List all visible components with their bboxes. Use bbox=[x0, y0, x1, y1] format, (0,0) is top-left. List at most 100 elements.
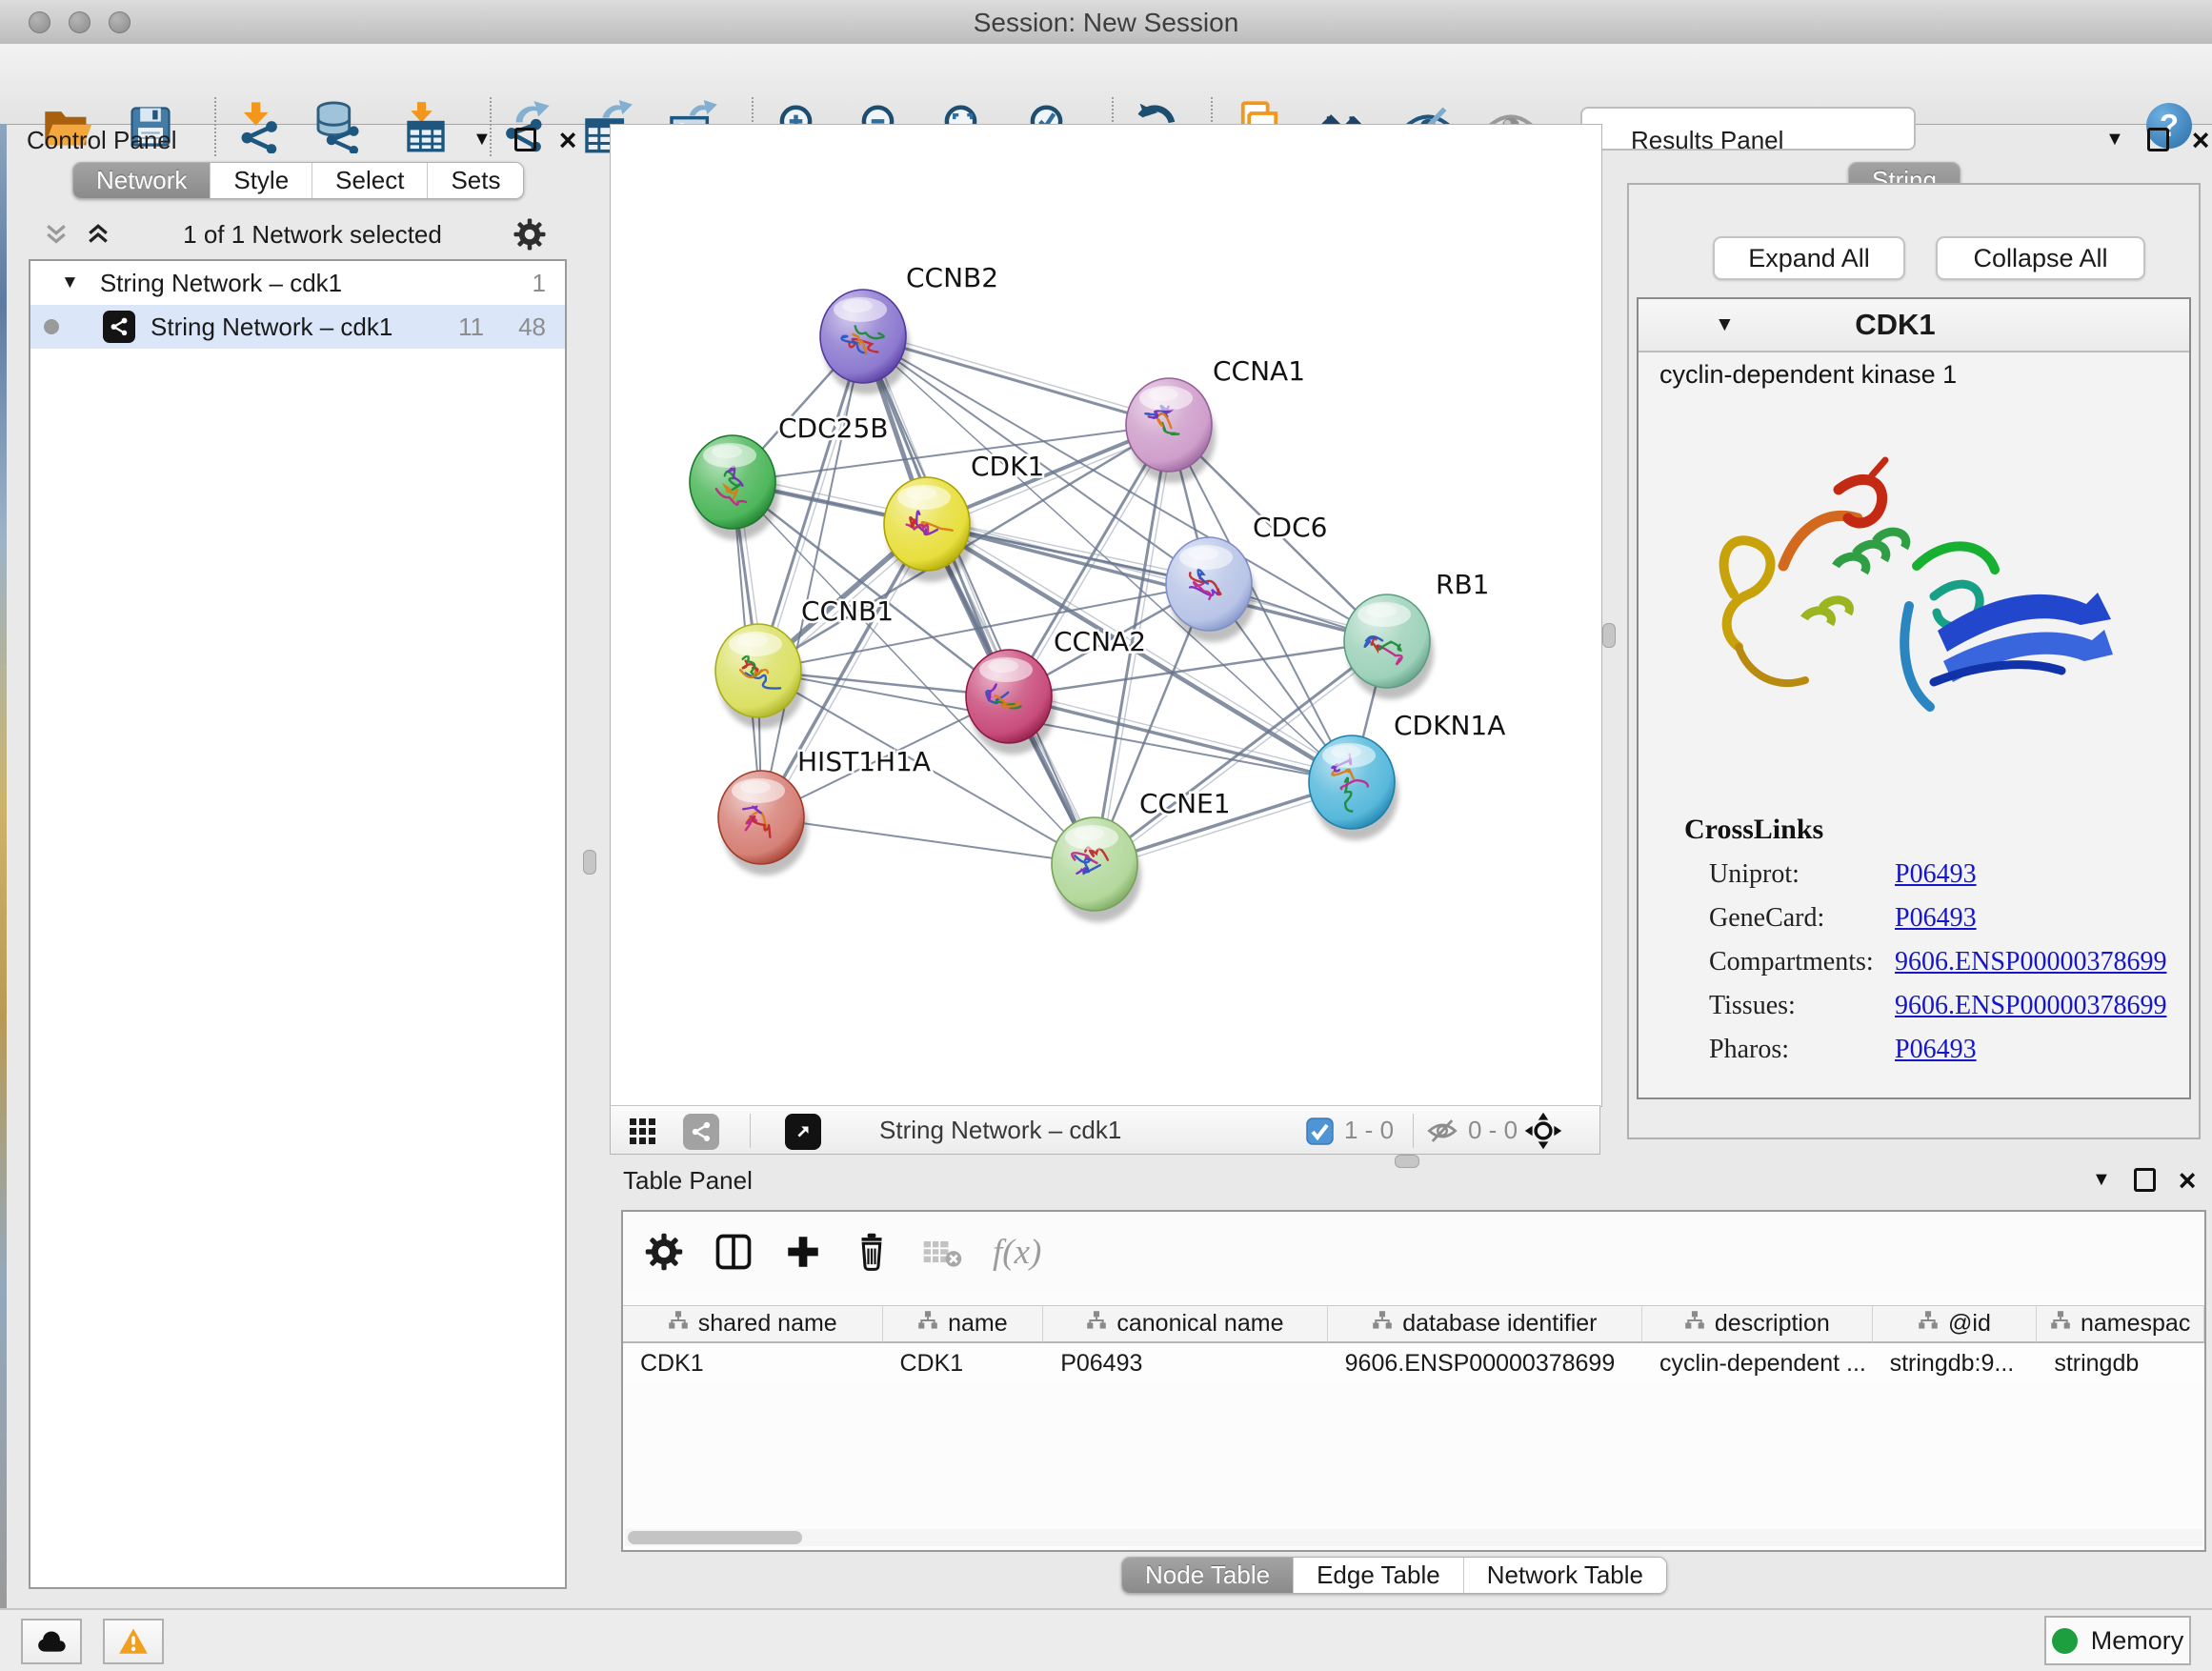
node-details-header[interactable]: ▼ CDK1 bbox=[1639, 299, 2189, 352]
table-header-row: shared namenamecanonical name database id… bbox=[623, 1305, 2204, 1343]
selected-checkbox[interactable] bbox=[1306, 1117, 1334, 1150]
column-header-description[interactable]: description bbox=[1642, 1305, 1873, 1343]
add-column-icon[interactable] bbox=[783, 1232, 823, 1272]
table-cell[interactable]: CDK1 bbox=[623, 1343, 883, 1383]
network-selection-summary: 1 of 1 Network selected bbox=[112, 220, 513, 250]
memory-button[interactable]: Memory bbox=[2044, 1616, 2191, 1665]
node-RB1[interactable] bbox=[1344, 594, 1434, 699]
window-title: Session: New Session bbox=[0, 8, 2212, 38]
crosslink-row: Uniprot:P06493 bbox=[1684, 859, 2170, 890]
expand-all-tree-icon[interactable] bbox=[42, 220, 70, 249]
node-CDKN1A[interactable] bbox=[1309, 735, 1398, 840]
column-header-canonical-name[interactable]: canonical name bbox=[1043, 1305, 1327, 1343]
column-header-namespac[interactable]: namespac bbox=[2037, 1305, 2204, 1343]
expand-all-button[interactable]: Expand All bbox=[1713, 236, 1905, 280]
table-cell[interactable]: 9606.ENSP00000378699 bbox=[1328, 1343, 1642, 1383]
network-graph[interactable]: CCNB2CCNA1CDC25BCDK1CDC6RB1CCNB1CCNA2CDK… bbox=[611, 125, 1601, 1106]
tab-sets[interactable]: Sets bbox=[427, 163, 523, 198]
column-label: namespac bbox=[2081, 1310, 2190, 1338]
network-canvas[interactable]: CCNB2CCNA1CDC25BCDK1CDC6RB1CCNB1CCNA2CDK… bbox=[610, 124, 1602, 1107]
column-type-icon bbox=[2050, 1310, 2071, 1338]
network-node-count: 11 bbox=[458, 312, 484, 342]
birdseye-toggle-icon[interactable] bbox=[1523, 1111, 1563, 1156]
warnings-button[interactable] bbox=[103, 1619, 164, 1664]
table-cell[interactable]: CDK1 bbox=[883, 1343, 1044, 1383]
network-collection-row[interactable]: ▼ String Network – cdk1 1 bbox=[30, 261, 565, 305]
crosslink-value-link[interactable]: 9606.ENSP00000378699 bbox=[1895, 991, 2166, 1021]
table-cell[interactable]: P06493 bbox=[1043, 1343, 1327, 1383]
hidden-eye-icon[interactable] bbox=[1426, 1117, 1458, 1150]
collection-expand-icon[interactable]: ▼ bbox=[61, 272, 79, 293]
column-header-name[interactable]: name bbox=[883, 1305, 1044, 1343]
column-header-database-identifier[interactable]: database identifier bbox=[1328, 1305, 1642, 1343]
tab-node-table[interactable]: Node Table bbox=[1122, 1558, 1293, 1593]
collapse-entry-icon[interactable]: ▼ bbox=[1715, 313, 1735, 336]
crosslink-value-link[interactable]: 9606.ENSP00000378699 bbox=[1895, 947, 2166, 977]
string-badge-icon[interactable] bbox=[683, 1114, 719, 1150]
crosslink-value-link[interactable]: P06493 bbox=[1895, 903, 1977, 934]
crosslink-row: Compartments:9606.ENSP00000378699 bbox=[1684, 947, 2170, 977]
crosslink-value-link[interactable]: P06493 bbox=[1895, 859, 1977, 890]
tab-select[interactable]: Select bbox=[312, 163, 427, 198]
crosslink-value-link[interactable]: P06493 bbox=[1895, 1035, 1977, 1065]
node-CCNA2[interactable] bbox=[966, 650, 1056, 755]
grid-view-icon[interactable] bbox=[630, 1118, 655, 1144]
tab-edge-table[interactable]: Edge Table bbox=[1293, 1558, 1463, 1593]
crosslink-row: Pharos:P06493 bbox=[1684, 1035, 2170, 1065]
attribute-table-container: f(x) shared namenamecanonical namedataba… bbox=[621, 1210, 2206, 1552]
node-CCNB2[interactable] bbox=[820, 290, 910, 394]
table-gear-icon[interactable] bbox=[644, 1232, 684, 1272]
table-cell[interactable]: stringdb:9... bbox=[1873, 1343, 2038, 1383]
column-type-icon bbox=[1684, 1310, 1705, 1338]
node-label-CDC25B: CDC25B bbox=[778, 413, 889, 444]
panel-menu-icon[interactable]: ▼ bbox=[2092, 1169, 2111, 1191]
network-row[interactable]: String Network – cdk1 11 48 bbox=[30, 305, 565, 349]
panel-float-icon[interactable] bbox=[2134, 1168, 2156, 1192]
tab-network[interactable]: Network bbox=[73, 163, 210, 198]
node-CCNA1[interactable] bbox=[1126, 378, 1216, 483]
table-cell[interactable]: stringdb bbox=[2037, 1343, 2204, 1383]
cloud-status-button[interactable] bbox=[21, 1619, 82, 1664]
panel-float-icon[interactable] bbox=[514, 128, 536, 151]
panel-float-icon[interactable] bbox=[2147, 128, 2169, 151]
column-label: database identifier bbox=[1402, 1310, 1597, 1338]
network-status-dot bbox=[44, 319, 59, 334]
node-CDK1[interactable] bbox=[884, 477, 974, 582]
node-CCNE1[interactable] bbox=[1052, 817, 1141, 922]
table-cell[interactable]: cyclin-dependent ... bbox=[1642, 1343, 1873, 1383]
column-header--id[interactable]: @id bbox=[1873, 1305, 2038, 1343]
control-panel: Control Panel ▼ × NetworkStyleSelectSets… bbox=[8, 124, 570, 1602]
results-panel-title: Results Panel bbox=[1631, 126, 1783, 155]
collapse-all-button[interactable]: Collapse All bbox=[1936, 236, 2145, 280]
crosslinks-section: CrossLinks Uniprot:P06493GeneCard:P06493… bbox=[1684, 814, 2170, 1065]
table-hscrollbar-thumb[interactable] bbox=[628, 1531, 802, 1544]
panel-close-icon[interactable]: × bbox=[559, 131, 577, 150]
tab-style[interactable]: Style bbox=[210, 163, 312, 198]
status-bar: Memory bbox=[0, 1608, 2212, 1671]
node-HIST1H1A[interactable] bbox=[718, 771, 808, 876]
left-splitter-handle[interactable] bbox=[583, 850, 596, 875]
column-header-shared-name[interactable]: shared name bbox=[623, 1305, 883, 1343]
table-hscrollbar[interactable] bbox=[625, 1529, 2202, 1546]
delete-column-icon[interactable] bbox=[852, 1231, 892, 1273]
panel-menu-icon[interactable]: ▼ bbox=[2105, 129, 2124, 151]
open-in-window-icon[interactable] bbox=[785, 1114, 821, 1150]
node-label-CDKN1A: CDKN1A bbox=[1394, 710, 1505, 741]
gear-icon[interactable] bbox=[513, 217, 547, 252]
panel-close-icon[interactable]: × bbox=[2179, 1171, 2197, 1190]
tab-network-table[interactable]: Network Table bbox=[1463, 1558, 1666, 1593]
node-CDC6[interactable] bbox=[1166, 537, 1256, 642]
crosslink-label: Pharos: bbox=[1684, 1035, 1895, 1065]
collapse-all-tree-icon[interactable] bbox=[84, 220, 112, 249]
node-label-CCNA2: CCNA2 bbox=[1054, 626, 1146, 657]
edge-HIST1H1A-CCNE1[interactable] bbox=[761, 817, 1095, 864]
network-edge-count: 48 bbox=[518, 312, 546, 342]
select-columns-icon[interactable] bbox=[713, 1231, 754, 1273]
control-panel-tabs: NetworkStyleSelectSets bbox=[72, 162, 524, 199]
panel-close-icon[interactable]: × bbox=[2192, 131, 2210, 150]
desktop-edge bbox=[0, 124, 7, 1610]
panel-menu-icon[interactable]: ▼ bbox=[473, 129, 492, 151]
results-panel: Results Panel ▼ × String Expand All Coll… bbox=[1612, 124, 2212, 1155]
node-CDC25B[interactable] bbox=[690, 435, 779, 540]
table-row[interactable]: CDK1CDK1P064939606.ENSP00000378699cyclin… bbox=[623, 1343, 2204, 1383]
